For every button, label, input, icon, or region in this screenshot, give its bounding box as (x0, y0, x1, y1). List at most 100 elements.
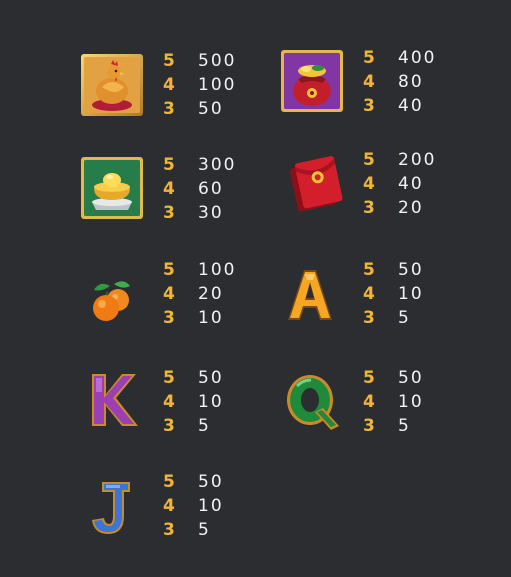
symbol-count: 3 (163, 520, 177, 540)
symbol-count: 5 (363, 48, 377, 68)
paytable-red-envelope: 5 200 4 40 3 20 (363, 148, 473, 220)
oranges-icon (80, 268, 144, 332)
symbol-count: 5 (363, 260, 377, 280)
pay-row: 3 20 (363, 196, 473, 220)
payout-value: 40 (398, 96, 424, 116)
symbol-count: 5 (163, 51, 177, 71)
symbol-count: 3 (363, 198, 377, 218)
payout-value: 300 (198, 155, 237, 175)
gold-ingot-icon (80, 156, 144, 220)
pay-row: 5 50 (163, 366, 273, 390)
pay-row: 5 100 (163, 258, 273, 282)
symbol-count: 4 (363, 72, 377, 92)
paytable-screen: { "symbols": [ { "name": "Rooster", "ico… (0, 0, 511, 577)
symbol-count: 3 (363, 96, 377, 116)
pay-row: 4 20 (163, 282, 273, 306)
letter-q-icon (279, 370, 343, 434)
payout-value: 400 (398, 48, 437, 68)
payout-value: 10 (198, 496, 224, 516)
paytable-letter-k: 5 50 4 10 35 (163, 366, 273, 438)
pay-row: 3 40 (363, 94, 473, 118)
symbol-count: 4 (163, 179, 177, 199)
payout-value: 5 (198, 416, 211, 436)
payout-value: 50 (198, 472, 224, 492)
pay-row: 5 50 (363, 258, 473, 282)
pay-row: 3 30 (163, 201, 273, 225)
symbol-count: 4 (163, 496, 177, 516)
payout-value: 80 (398, 72, 424, 92)
pay-row: 35 (163, 414, 273, 438)
symbol-count: 4 (363, 284, 377, 304)
pay-row: 4 10 (163, 390, 273, 414)
symbol-count: 5 (163, 472, 177, 492)
paytable-rooster: 5 500 4 100 3 50 (163, 49, 273, 121)
letter-j-icon (80, 476, 144, 540)
payout-value: 5 (398, 308, 411, 328)
payout-value: 50 (398, 260, 424, 280)
pay-row: 5 50 (163, 470, 273, 494)
payout-value: 10 (198, 308, 224, 328)
pay-row: 3 50 (163, 97, 273, 121)
symbol-count: 5 (363, 368, 377, 388)
symbol-count: 3 (163, 416, 177, 436)
payout-value: 30 (198, 203, 224, 223)
symbol-count: 3 (363, 308, 377, 328)
pay-row: 4 10 (363, 282, 473, 306)
payout-value: 5 (398, 416, 411, 436)
paytable-letter-q: 5 50 4 10 35 (363, 366, 473, 438)
pay-row: 4 40 (363, 172, 473, 196)
treasure-pouch-icon (280, 49, 344, 113)
payout-value: 10 (398, 392, 424, 412)
symbol-count: 4 (363, 392, 377, 412)
paytable-letter-j: 5 50 4 10 35 (163, 470, 273, 542)
payout-value: 60 (198, 179, 224, 199)
paytable-oranges: 5 100 4 20 3 10 (163, 258, 273, 330)
symbol-count: 3 (163, 308, 177, 328)
payout-value: 10 (198, 392, 224, 412)
symbol-count: 5 (163, 368, 177, 388)
payout-value: 10 (398, 284, 424, 304)
red-envelope-icon (283, 152, 347, 216)
paytable-treasure-pouch: 5 400 4 80 3 40 (363, 46, 473, 118)
pay-row: 35 (363, 306, 473, 330)
symbol-count: 4 (163, 392, 177, 412)
payout-value: 200 (398, 150, 437, 170)
symbol-count: 5 (363, 150, 377, 170)
pay-row: 4 10 (363, 390, 473, 414)
payout-value: 50 (198, 99, 224, 119)
paytable-letter-a: 5 50 4 10 35 (363, 258, 473, 330)
rooster-icon (80, 53, 144, 117)
payout-value: 500 (198, 51, 237, 71)
payout-value: 40 (398, 174, 424, 194)
letter-k-icon (80, 368, 144, 432)
pay-row: 5 500 (163, 49, 273, 73)
pay-row: 4 100 (163, 73, 273, 97)
pay-row: 4 60 (163, 177, 273, 201)
pay-row: 4 10 (163, 494, 273, 518)
pay-row: 35 (363, 414, 473, 438)
payout-value: 20 (198, 284, 224, 304)
symbol-count: 5 (163, 155, 177, 175)
pay-row: 35 (163, 518, 273, 542)
symbol-count: 3 (163, 203, 177, 223)
symbol-count: 4 (163, 75, 177, 95)
pay-row: 4 80 (363, 70, 473, 94)
pay-row: 5 50 (363, 366, 473, 390)
letter-a-icon (278, 262, 342, 326)
symbol-count: 3 (363, 416, 377, 436)
paytable-gold-ingot: 5 300 4 60 3 30 (163, 153, 273, 225)
pay-row: 5 300 (163, 153, 273, 177)
payout-value: 5 (198, 520, 211, 540)
payout-value: 20 (398, 198, 424, 218)
pay-row: 5 400 (363, 46, 473, 70)
symbol-count: 5 (163, 260, 177, 280)
payout-value: 100 (198, 75, 237, 95)
payout-value: 50 (198, 368, 224, 388)
symbol-count: 4 (163, 284, 177, 304)
symbol-count: 3 (163, 99, 177, 119)
payout-value: 100 (198, 260, 237, 280)
payout-value: 50 (398, 368, 424, 388)
symbol-count: 4 (363, 174, 377, 194)
pay-row: 3 10 (163, 306, 273, 330)
pay-row: 5 200 (363, 148, 473, 172)
